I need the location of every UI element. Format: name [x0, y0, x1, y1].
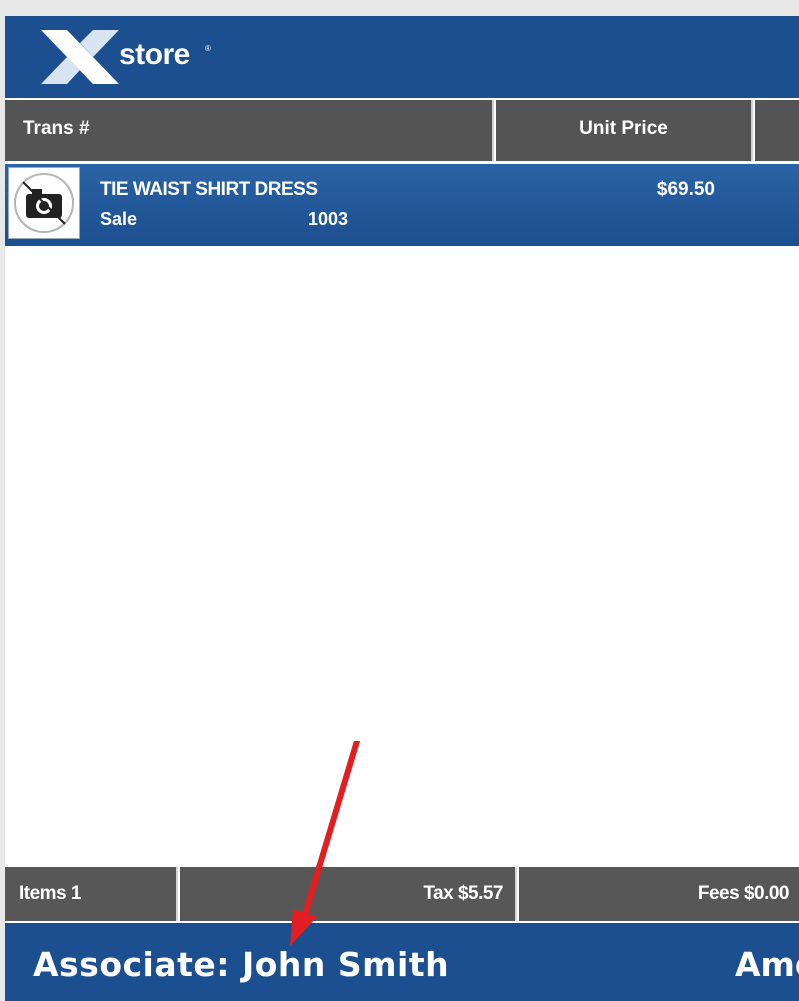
brand-name: store: [119, 38, 190, 71]
item-description: TIE WAIST SHIRT DRESS: [100, 179, 318, 200]
line-item-list-empty-area: [5, 246, 799, 866]
item-thumbnail[interactable]: [8, 167, 80, 239]
xstore-window: store ® Trans # Unit Price TIE WAIST SHI…: [5, 16, 799, 1001]
column-header-more[interactable]: [755, 100, 799, 161]
item-number: 1003: [308, 209, 349, 229]
column-header-trans[interactable]: Trans #: [5, 100, 494, 161]
line-item-row[interactable]: TIE WAIST SHIRT DRESS Sale 1003 $69.50: [5, 164, 799, 246]
item-transaction-type: Sale: [100, 209, 138, 229]
column-header-unit-price[interactable]: Unit Price: [496, 100, 753, 161]
trademark-mark: ®: [205, 44, 211, 53]
item-unit-price: $69.50: [656, 179, 715, 200]
annotation-arrow-icon: [290, 741, 360, 946]
associate-label: Associate: John Smith: [33, 945, 450, 984]
amount-label: Amo: [735, 945, 799, 984]
camera-icon: [14, 173, 74, 233]
summary-fees: Fees $0.00: [519, 867, 799, 921]
summary-items-count: Items 1: [5, 867, 178, 921]
footer-bar: Associate: John Smith Amo: [5, 923, 799, 1001]
xstore-logo-icon: [41, 30, 119, 84]
brand-header: store ®: [5, 16, 799, 98]
